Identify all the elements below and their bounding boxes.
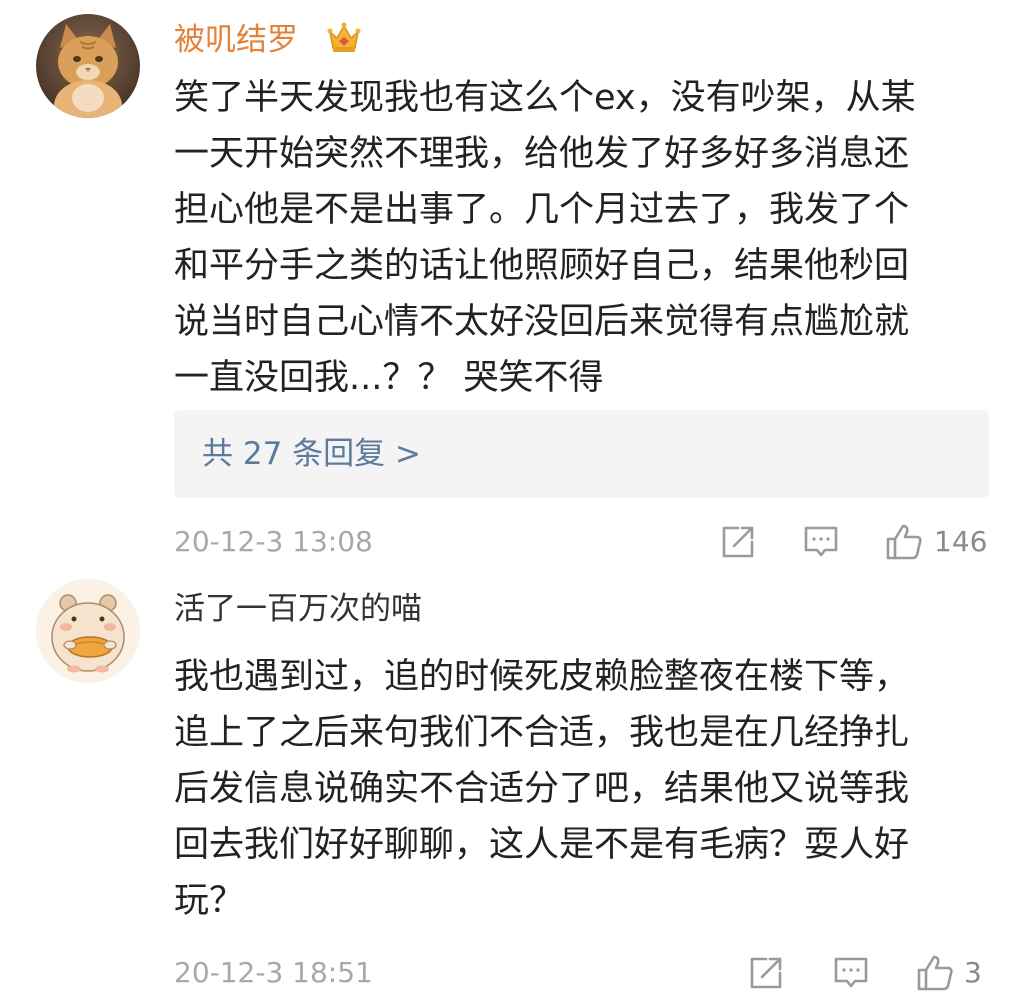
comment-text-line: 回去我们好好聊聊，这人是不是有毛病？耍人好 [174,825,910,865]
comment-text-line: 笑了半天发现我也有这么个ex，没有吵架，从某 [174,78,916,118]
vip-crown-icon[interactable] [326,20,362,56]
comment-text-line: 后发信息说确实不合适分了吧，结果他又说等我 [174,769,910,809]
comment-text-line: 玩？ [174,881,245,921]
like-count: 146 [934,525,988,558]
comment-item: 被叽结罗 笑了半天发现我也有这么个ex，没有吵架，从某 一天开始突然不理我，给他… [0,0,1024,575]
share-icon[interactable] [718,522,758,562]
share-icon[interactable] [746,953,786,993]
comment-text-line: 一天开始突然不理我，给他发了好多好多消息还 [174,134,910,174]
comment-text-line: 我也遇到过，追的时候死皮赖脸整夜在楼下等， [174,657,910,697]
comment-meta: 20-12-3 18:51 3 [0,951,1024,995]
comment-icon[interactable] [801,522,841,562]
comment-meta: 20-12-3 13:08 146 [0,520,1024,564]
avatar[interactable] [36,14,140,118]
avatar[interactable] [36,579,140,683]
thumbs-up-icon[interactable] [884,522,924,562]
username[interactable]: 被叽结罗 [174,20,298,60]
replies-label[interactable]: 共 27 条回复 > [202,434,421,474]
comment-item: 活了一百万次的喵 我也遇到过，追的时候死皮赖脸整夜在楼下等， 追上了之后来句我们… [0,575,1024,1002]
comment-text-line: 说当时自己心情不太好没回后来觉得有点尴尬就 [174,302,910,342]
comment-text: 我也遇到过，追的时候死皮赖脸整夜在楼下等， 追上了之后来句我们不合适，我也是在几… [174,649,994,929]
like-count: 3 [964,956,982,989]
comment-text-line: 追上了之后来句我们不合适，我也是在几经挣扎 [174,713,910,753]
comment-text: 笑了半天发现我也有这么个ex，没有吵架，从某 一天开始突然不理我，给他发了好多好… [174,70,994,406]
timestamp: 20-12-3 13:08 [174,525,373,558]
comment-text-line: 一直没回我...？？ 哭笑不得 [174,358,604,398]
comment-text-line: 担心他是不是出事了。几个月过去了，我发了个 [174,190,910,230]
cat-photo-avatar [36,14,140,118]
replies-link[interactable]: 共 27 条回复 > [174,410,989,498]
timestamp: 20-12-3 18:51 [174,956,373,989]
username[interactable]: 活了一百万次的喵 [174,589,422,629]
thumbs-up-icon[interactable] [915,953,955,993]
comment-text-line: 和平分手之类的话让他照顾好自己，结果他秒回 [174,246,910,286]
comment-icon[interactable] [831,953,871,993]
hamster-drawing-avatar [36,579,140,683]
